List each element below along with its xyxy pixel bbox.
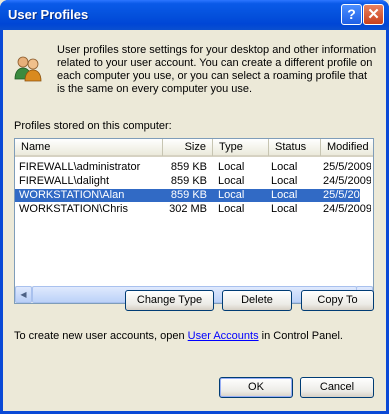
user-profiles-dialog: User Profiles ? ✕ User profiles store se… xyxy=(0,0,389,414)
cell-status: Local xyxy=(271,203,298,215)
cell-size: 859 KB xyxy=(170,161,207,173)
table-row[interactable]: WORKSTATION\Alan 859 KB Local Local 25/5/200… xyxy=(15,189,371,202)
profiles-list[interactable]: Name Size Type Status Modified FIREWALL\… xyxy=(14,138,374,304)
table-row[interactable]: WORKSTATION\Chris 302 MB Local Local 24/5/20… xyxy=(15,203,371,216)
ok-button[interactable]: OK xyxy=(219,377,293,398)
cancel-button[interactable]: Cancel xyxy=(300,377,374,398)
intro-text: User profiles store settings for your de… xyxy=(57,44,377,95)
scroll-left-button[interactable]: ◀ xyxy=(15,286,32,303)
column-name[interactable]: Name xyxy=(15,139,163,156)
column-modified[interactable]: Modified xyxy=(321,139,373,156)
column-size[interactable]: Size xyxy=(163,139,213,156)
cell-size: 859 KB xyxy=(170,175,207,187)
change-type-button[interactable]: Change Type xyxy=(125,290,214,311)
dialog-body: User profiles store settings for your de… xyxy=(3,30,386,411)
user-accounts-link[interactable]: User Accounts xyxy=(188,330,259,342)
cell-name: FIREWALL\dalight xyxy=(19,175,110,187)
cell-type: Local xyxy=(218,189,245,201)
delete-button[interactable]: Delete xyxy=(222,290,292,311)
cell-type: Local xyxy=(218,161,245,173)
cell-status: Local xyxy=(271,175,298,187)
cell-modified: 24/5/2009 xyxy=(323,175,371,187)
column-type[interactable]: Type xyxy=(213,139,269,156)
table-row[interactable]: FIREWALL\administrator 859 KB Local Local 25… xyxy=(15,161,371,174)
footer-text: To create new user accounts, open User A… xyxy=(14,330,343,342)
cell-modified: 24/5/2009 xyxy=(323,203,371,215)
close-button[interactable]: ✕ xyxy=(363,4,384,25)
column-status[interactable]: Status xyxy=(269,139,321,156)
cell-name: FIREWALL\administrator xyxy=(19,161,141,173)
cell-name: WORKSTATION\Alan xyxy=(19,189,125,201)
footer-suffix: in Control Panel. xyxy=(258,330,343,342)
cell-type: Local xyxy=(218,175,245,187)
cell-size: 859 KB xyxy=(170,189,207,201)
title-bar[interactable]: User Profiles ? ✕ xyxy=(0,0,389,30)
cell-size: 302 MB xyxy=(169,203,207,215)
cell-status: Local xyxy=(271,161,298,173)
window-title: User Profiles xyxy=(8,7,89,22)
cell-name: WORKSTATION\Chris xyxy=(19,203,128,215)
table-row[interactable]: FIREWALL\dalight 859 KB Local Local 24/5/200… xyxy=(15,175,371,188)
cell-modified: 25/5/2009 xyxy=(323,189,371,201)
footer-prefix: To create new user accounts, open xyxy=(14,330,188,342)
profiles-label: Profiles stored on this computer: xyxy=(14,120,172,132)
cell-status: Local xyxy=(271,189,298,201)
cell-type: Local xyxy=(218,203,245,215)
copy-to-button[interactable]: Copy To xyxy=(301,290,374,311)
help-button[interactable]: ? xyxy=(341,4,362,25)
users-icon xyxy=(14,56,42,82)
list-header: Name Size Type Status Modified xyxy=(15,139,373,157)
cell-modified: 25/5/2009 xyxy=(323,161,371,173)
